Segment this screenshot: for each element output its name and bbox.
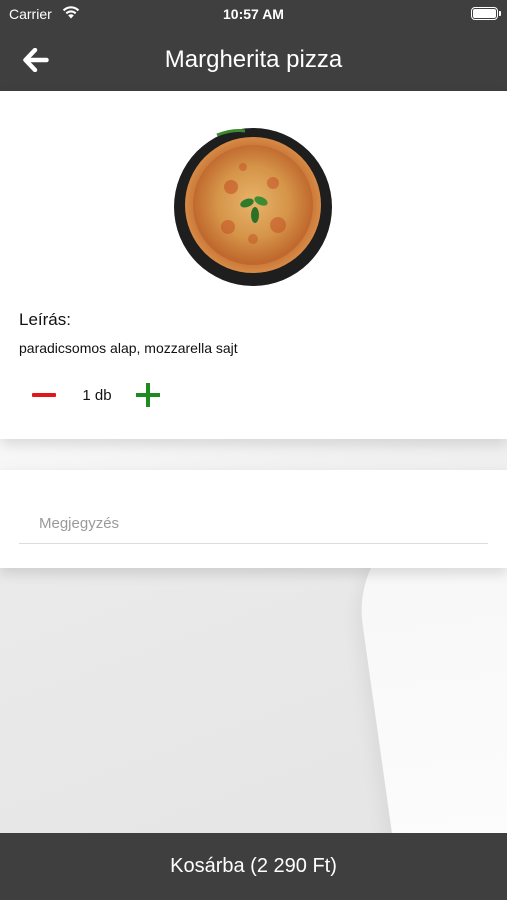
description-label: Leírás: (19, 310, 71, 329)
status-bar: Carrier 10:57 AM (0, 0, 507, 28)
description-text: paradicsomos alap, mozzarella sajt (19, 340, 238, 356)
pizza-image (173, 127, 333, 287)
add-to-cart-button[interactable]: Kosárba (2 290 Ft) (0, 833, 507, 900)
battery-icon (471, 7, 501, 20)
increase-quantity-button[interactable] (134, 382, 162, 410)
decrease-quantity-button[interactable] (30, 383, 58, 407)
quantity-value: 1 db (82, 387, 112, 404)
add-to-cart-label: Kosárba (2 290 Ft) (170, 855, 337, 877)
note-input[interactable] (19, 504, 488, 544)
top-bar: Carrier 10:57 AM Margherita pizza (0, 0, 507, 91)
page-title: Margherita pizza (164, 46, 343, 73)
minus-icon (32, 393, 56, 397)
note-card (0, 470, 507, 568)
status-time: 10:57 AM (223, 6, 284, 22)
nav-bar: Margherita pizza (0, 30, 507, 91)
product-card: Leírás: paradicsomos alap, mozzarella sa… (0, 91, 507, 439)
